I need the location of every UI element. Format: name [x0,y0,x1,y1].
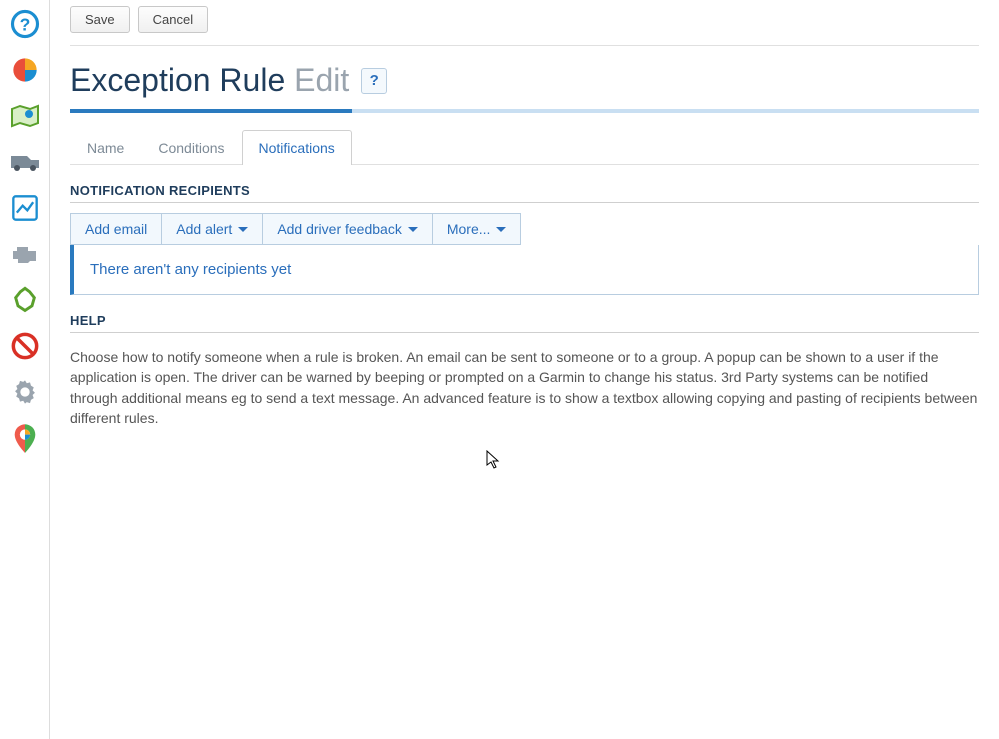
add-driver-feedback-button[interactable]: Add driver feedback [262,214,432,244]
tab-bar: Name Conditions Notifications [70,129,979,165]
help-icon[interactable]: ? [7,6,43,42]
svg-text:?: ? [19,14,30,34]
progress-fill [70,109,352,113]
page-title-main: Exception Rule [70,62,285,98]
more-label: More... [447,221,491,237]
page-help-button[interactable]: ? [361,68,387,94]
recipients-empty-callout: There aren't any recipients yet [70,245,979,295]
add-email-label: Add email [85,221,147,237]
page-title: Exception Rule Edit [70,62,349,99]
section-help-header: HELP [70,313,979,333]
more-button[interactable]: More... [432,214,521,244]
dashboard-icon[interactable] [7,52,43,88]
location-multicolor-icon[interactable] [7,420,43,456]
chart-icon[interactable] [7,190,43,226]
recipients-action-bar: Add email Add alert Add driver feedback … [70,213,521,245]
vehicle-icon[interactable] [7,144,43,180]
toolbar: Save Cancel [70,6,979,46]
cancel-button[interactable]: Cancel [138,6,208,33]
tab-notifications[interactable]: Notifications [242,130,352,165]
main-content: Save Cancel Exception Rule Edit ? Name C… [50,0,999,739]
settings-icon[interactable] [7,374,43,410]
chevron-down-icon [408,227,418,232]
add-alert-label: Add alert [176,221,232,237]
add-email-button[interactable]: Add email [70,214,161,244]
add-alert-button[interactable]: Add alert [161,214,262,244]
engine-icon[interactable] [7,236,43,272]
save-button[interactable]: Save [70,6,130,33]
prohibit-icon[interactable] [7,328,43,364]
help-paragraph: Choose how to notify someone when a rule… [70,347,979,428]
add-driver-feedback-label: Add driver feedback [277,221,402,237]
chevron-down-icon [496,227,506,232]
progress-bar [70,109,979,113]
page-title-sub: Edit [294,62,349,98]
section-recipients-header: NOTIFICATION RECIPIENTS [70,183,979,203]
map-icon[interactable] [7,98,43,134]
zone-icon[interactable] [7,282,43,318]
chevron-down-icon [238,227,248,232]
tab-name[interactable]: Name [70,130,141,165]
tab-conditions[interactable]: Conditions [141,130,241,165]
page-heading-row: Exception Rule Edit ? [70,62,979,99]
left-sidebar: ? [0,0,50,739]
